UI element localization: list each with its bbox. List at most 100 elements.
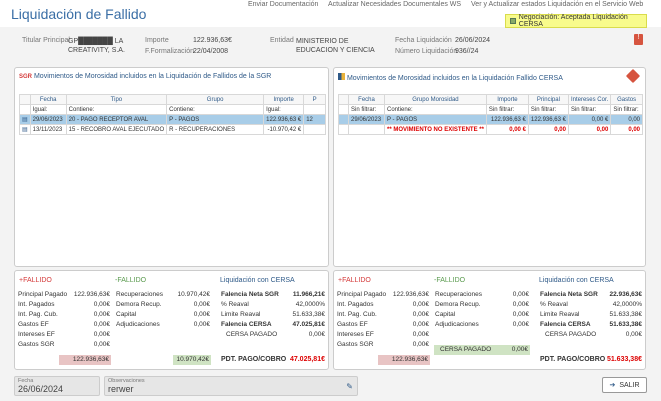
- doc-icon[interactable]: ▤: [19, 124, 31, 135]
- titular-value: GP███████ LA CREATIVITY, S.A.: [68, 38, 125, 54]
- col-intereses[interactable]: Intereses Cor.: [567, 94, 612, 105]
- fecha-label: Fecha: [18, 378, 34, 384]
- status-badge-label: Negociación: Aceptada Liquidación CERSA: [518, 14, 628, 28]
- importe-label: Importe: [145, 37, 169, 44]
- edit-icon[interactable]: ✎: [346, 382, 353, 391]
- filter-grupo[interactable]: Contiene:: [166, 104, 265, 115]
- cersa-pagado-label: CERSA PAGADO: [440, 346, 492, 353]
- cell-intereses: 0,00 €: [567, 114, 612, 125]
- cell-importe: 122.936,63 €: [485, 114, 529, 125]
- plus-fallido-table: Principal Pagado 122.936,63€ Int. Pagados…: [17, 289, 111, 349]
- filter-fecha[interactable]: Sin filtrar:: [348, 104, 385, 115]
- observaciones-field[interactable]: Observaciones rerwer ✎: [104, 376, 358, 396]
- importe-value: 122.936,63€: [193, 37, 232, 44]
- filter-principal[interactable]: Sin filtrar:: [527, 104, 569, 115]
- fliq-label: Fecha Liquidación: [395, 37, 452, 44]
- cell-grupo: P - PAGOS: [384, 114, 487, 125]
- cell-p: [303, 124, 326, 135]
- cersa-logo-icon: [338, 73, 345, 80]
- top-links: Enviar Documentación Actualizar Necesida…: [248, 1, 651, 8]
- salir-button[interactable]: ➔ SALIR: [602, 377, 647, 393]
- list-item: Int. Pag. Cub. 0,00€: [18, 310, 110, 318]
- warning-icon[interactable]: [625, 68, 641, 84]
- cell-importe: -10.970,42 €: [263, 124, 305, 135]
- col-grupo[interactable]: Grupo: [166, 94, 265, 105]
- filter-cell: [338, 104, 349, 115]
- list-item: Falencia CERSA 47.025,81€: [221, 320, 325, 328]
- list-item: Gastos SGR 0,00€: [337, 340, 429, 348]
- list-item: Limite Reaval 51.633,38€: [540, 310, 642, 318]
- fecha-value: 26/06/2024: [18, 384, 64, 394]
- doc-icon[interactable]: ▤: [19, 114, 31, 125]
- list-item: Demora Recup. 0,00€: [435, 300, 529, 308]
- col-fecha[interactable]: Fecha: [29, 94, 67, 105]
- cell-principal: 122.936,63 €: [527, 114, 569, 125]
- numliq-label: Número Liquidación: [395, 48, 458, 55]
- col-gastos[interactable]: Gastos: [610, 94, 643, 105]
- left-grid: Fecha Tipo Grupo Importe P Igual: Contie…: [19, 94, 326, 135]
- col-fecha[interactable]: Fecha: [348, 94, 385, 105]
- list-item: Intereses EF 0,00€: [337, 330, 429, 338]
- filter-intereses[interactable]: Sin filtrar:: [567, 104, 612, 115]
- fform-label: F.Formalización: [145, 48, 195, 55]
- plus-fallido-head: +FALLIDO: [338, 277, 371, 284]
- left-movements-panel: SGR Movimientos de Morosidad incluidos e…: [14, 67, 329, 267]
- status-icon: [510, 18, 516, 24]
- cersa-table: Falencia Neta SGR 11.966,21€ % Reaval 42,0…: [220, 289, 326, 339]
- list-item: Falencia CERSA 51.633,38€: [540, 320, 642, 328]
- pdf-icon[interactable]: !: [634, 34, 643, 45]
- filter-p[interactable]: [303, 104, 326, 115]
- observaciones-value: rerwer: [108, 384, 134, 394]
- filter-gastos[interactable]: Sin filtrar:: [610, 104, 643, 115]
- cell-empty: [348, 124, 385, 135]
- filter-importe[interactable]: Igual:: [263, 104, 305, 115]
- filter-tipo[interactable]: Contiene:: [65, 104, 168, 115]
- link-enviar-documentacion[interactable]: Enviar Documentación: [248, 1, 318, 8]
- list-item: Demora Recup. 0,00€: [116, 300, 210, 308]
- table-row[interactable]: ▤ 29/06/2023 20 - PAGO RECEPTOR AVAL P -…: [19, 114, 326, 125]
- cell-fecha: 29/06/2023: [29, 114, 67, 125]
- salir-label: SALIR: [619, 381, 640, 389]
- col-grupo-morosidad[interactable]: Grupo Morosidad: [384, 94, 487, 105]
- col-icon: [338, 94, 349, 105]
- right-summary-panel: +FALLIDO Principal Pagado 122.936,63€ Int…: [333, 270, 646, 370]
- minus-fallido-head: -FALLIDO: [115, 277, 147, 284]
- pdt-value: 47.025,81€: [289, 356, 325, 363]
- entidad-value: MINISTERIO DE EDUCACION Y CIENCIA: [296, 38, 375, 54]
- list-item: % Reaval 42,0000%: [221, 300, 325, 308]
- filter-importe[interactable]: Sin filtrar:: [485, 104, 529, 115]
- filter-fecha[interactable]: Igual:: [29, 104, 67, 115]
- link-ver-actualizar-estados[interactable]: Ver y Actualizar estados Liquidación en …: [471, 1, 643, 8]
- col-importe[interactable]: Importe: [263, 94, 305, 105]
- col-p[interactable]: P: [303, 94, 326, 105]
- link-actualizar-necesidades[interactable]: Actualizar Necesidades Documentales WS: [328, 1, 461, 8]
- cersa-head: Liquidación con CERSA: [539, 277, 614, 284]
- cell-gastos: 0,00: [610, 124, 643, 135]
- plus-fallido-table: Principal Pagado 122.936,63€ Int. Pagados…: [336, 289, 430, 349]
- col-importe[interactable]: Importe: [485, 94, 529, 105]
- filter-grupo[interactable]: Contiene:: [384, 104, 487, 115]
- table-row[interactable]: ▤ 13/11/2023 15 - RECOBRO AVAL EJECUTADO…: [19, 124, 326, 135]
- fliq-value: 26/06/2024: [455, 37, 491, 44]
- list-item: Principal Pagado 122.936,63€: [337, 290, 429, 298]
- page-title: Liquidación de Fallido: [11, 6, 147, 22]
- cell-p: 12: [303, 114, 326, 125]
- right-panel-title-text: Movimientos de Morosidad incluidos en la…: [346, 75, 563, 82]
- list-item: Limite Reaval 51.633,38€: [221, 310, 325, 318]
- fecha-field[interactable]: Fecha 26/06/2024: [14, 376, 100, 396]
- cell-missing: ** MOVIMIENTO NO EXISTENTE **: [384, 124, 487, 135]
- right-panel-title: Movimientos de Morosidad incluidos en la…: [338, 73, 563, 82]
- cell-tipo: 15 - RECOBRO AVAL EJECUTADO: [65, 124, 168, 135]
- col-principal[interactable]: Principal: [527, 94, 569, 105]
- list-item: Int. Pagados 0,00€: [337, 300, 429, 308]
- table-row-missing[interactable]: ** MOVIMIENTO NO EXISTENTE ** 0,00 € 0,0…: [338, 124, 643, 135]
- col-tipo[interactable]: Tipo: [65, 94, 168, 105]
- cersa-pagado-value: 0,00€: [511, 346, 528, 353]
- table-row[interactable]: 29/06/2023 P - PAGOS 122.936,63 € 122.93…: [338, 114, 643, 125]
- list-item: CERSA PAGADO 0,00€: [226, 330, 325, 338]
- minus-fallido-table: Recuperaciones 10.970,42€ Demora Recup. 0,…: [115, 289, 211, 329]
- right-movements-panel: Movimientos de Morosidad incluidos en la…: [333, 67, 646, 267]
- cell-fecha: 29/06/2023: [348, 114, 385, 125]
- row-marker: [338, 124, 349, 135]
- minus-total: 10.970,42€: [173, 355, 211, 365]
